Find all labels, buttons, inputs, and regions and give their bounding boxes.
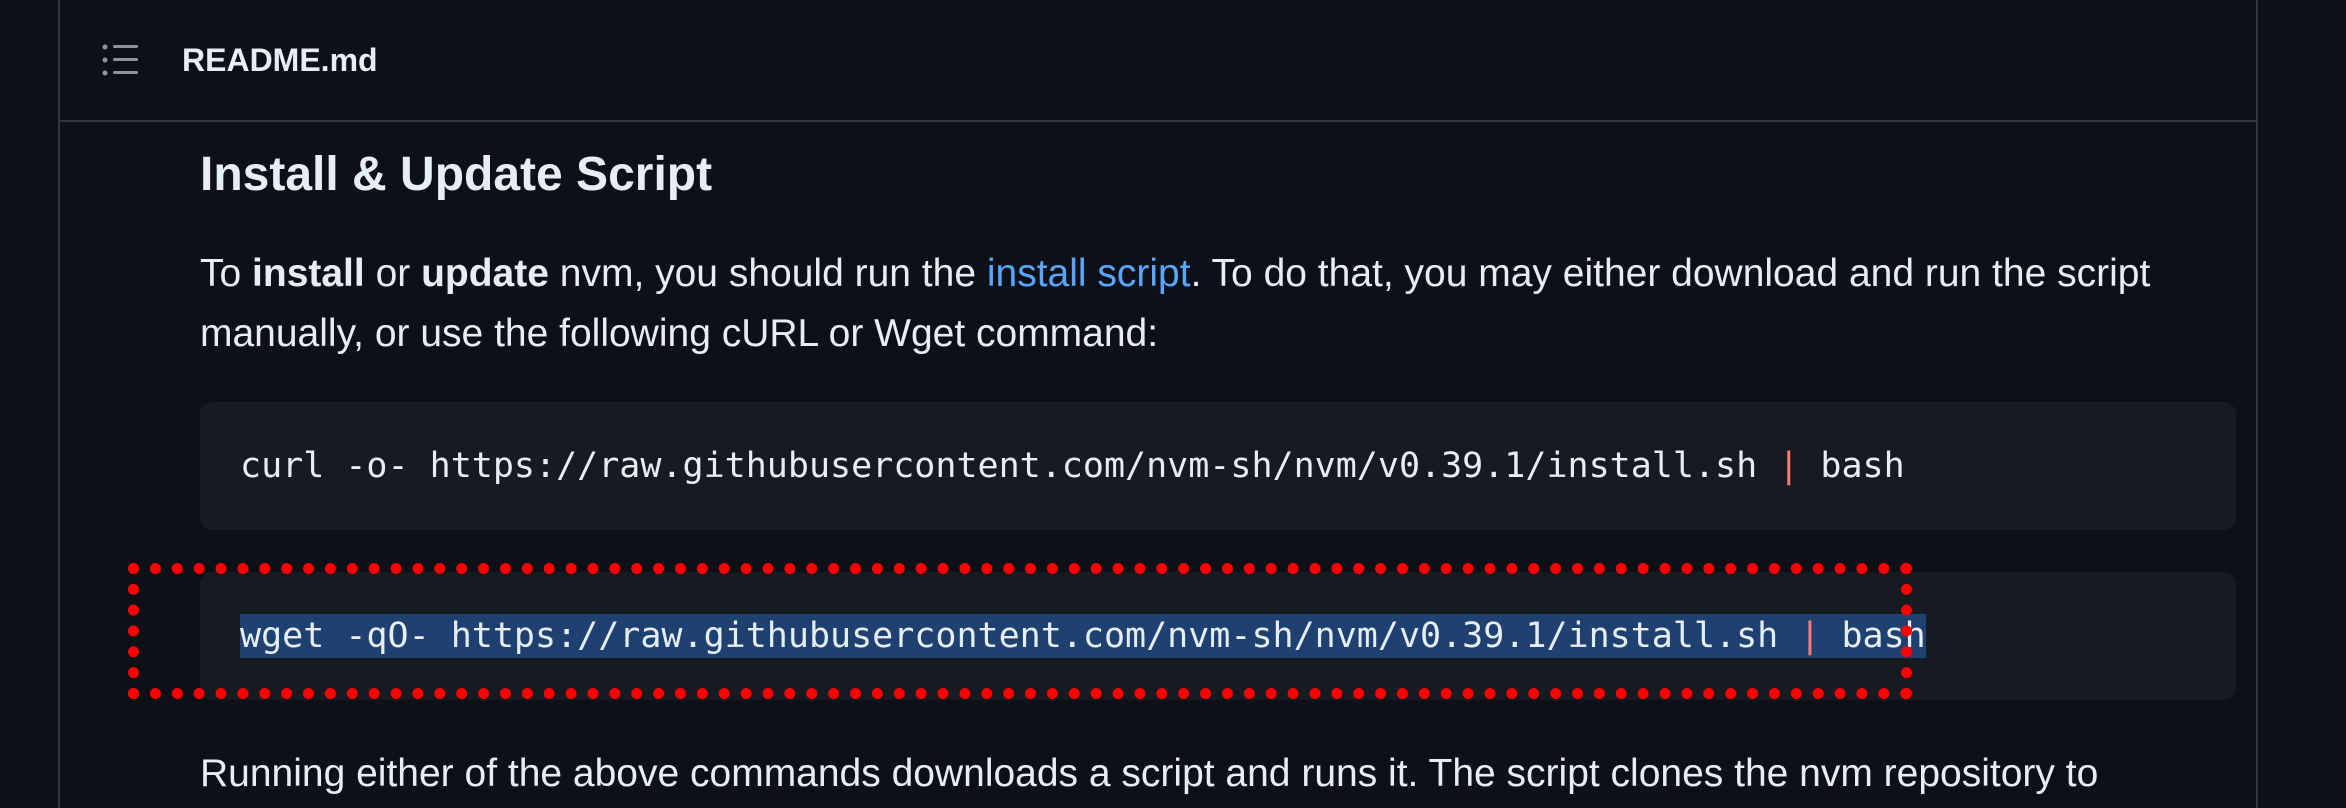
curl-code-block[interactable]: curl -o- https://raw.githubusercontent.c… bbox=[200, 402, 2236, 530]
wget-pipe-symbol: | bbox=[1799, 616, 1821, 656]
wget-command-selected[interactable]: wget -qO- https://raw.githubusercontent.… bbox=[240, 614, 1926, 658]
readme-header: README.md bbox=[60, 0, 2256, 122]
followup-paragraph: Running either of the above commands dow… bbox=[200, 752, 2099, 795]
wget-code-block[interactable]: wget -qO- https://raw.githubusercontent.… bbox=[200, 572, 2236, 700]
section-heading: Install & Update Script bbox=[200, 148, 713, 201]
install-script-link[interactable]: install script bbox=[987, 252, 1191, 295]
intro-paragraph: To install or update nvm, you should run… bbox=[200, 244, 2250, 364]
intro-bold-install: install bbox=[252, 252, 365, 295]
readme-panel: README.md Install & Update Script To ins… bbox=[58, 0, 2258, 808]
intro-text-2: or bbox=[364, 252, 422, 295]
readme-filename: README.md bbox=[182, 42, 378, 78]
curl-command-bash: bash bbox=[1799, 446, 1905, 486]
curl-pipe-symbol: | bbox=[1778, 446, 1800, 486]
wget-command-text: wget -qO- https://raw.githubusercontent.… bbox=[240, 616, 1800, 656]
wget-command-bash: bash bbox=[1820, 616, 1926, 656]
list-unordered-icon[interactable] bbox=[102, 44, 140, 76]
intro-text-3: nvm, you should run the bbox=[548, 252, 987, 295]
curl-command[interactable]: curl -o- https://raw.githubusercontent.c… bbox=[240, 444, 1905, 488]
intro-text-1: To bbox=[200, 252, 253, 295]
intro-bold-update: update bbox=[421, 252, 549, 295]
curl-command-text: curl -o- https://raw.githubusercontent.c… bbox=[240, 446, 1779, 486]
